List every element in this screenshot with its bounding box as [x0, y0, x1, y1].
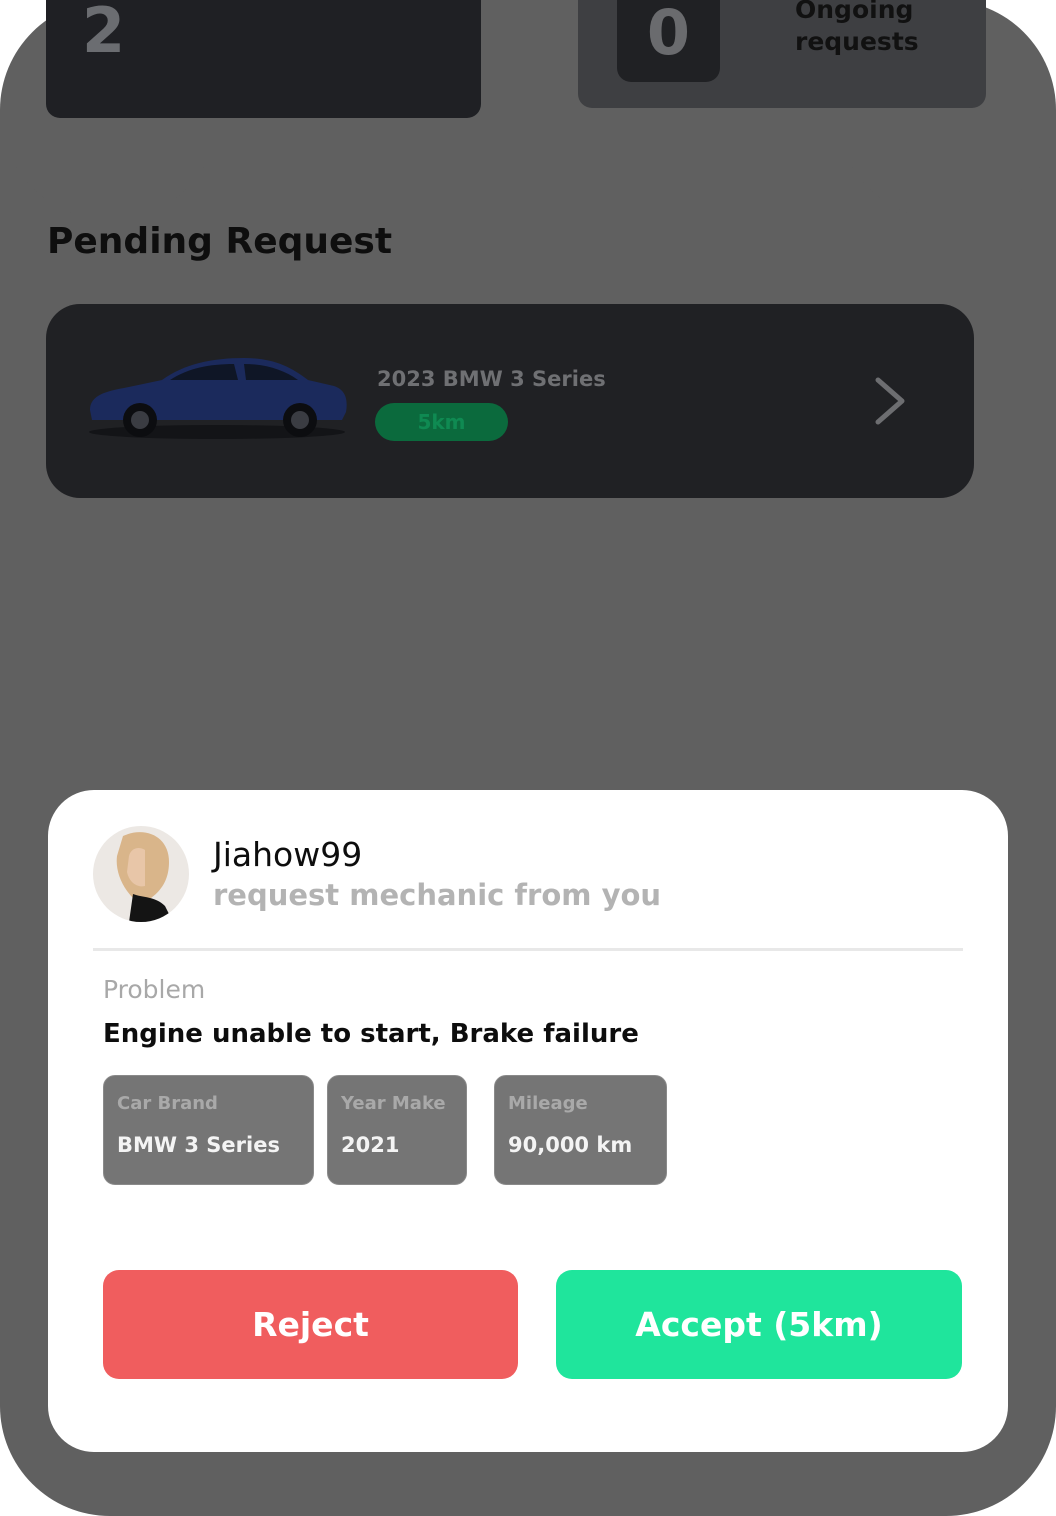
phone-screen: 2 0 Ongoing requests Pending Request 202…: [0, 0, 1056, 1516]
car-title: 2023 BMW 3 Series: [377, 367, 606, 391]
chip-value: 90,000 km: [508, 1133, 633, 1157]
reject-button[interactable]: Reject: [103, 1270, 518, 1379]
pending-request-heading: Pending Request: [47, 221, 393, 262]
divider: [93, 948, 963, 951]
ongoing-count: 0: [646, 0, 691, 69]
chip-label: Year Make: [341, 1093, 446, 1114]
requester-username: Jiahow99: [213, 835, 363, 874]
stat-count: 2: [82, 0, 126, 67]
problem-label: Problem: [103, 975, 206, 1004]
chip-value: BMW 3 Series: [117, 1133, 280, 1157]
accept-button[interactable]: Accept (5km): [556, 1270, 962, 1379]
ongoing-label: Ongoing requests: [795, 0, 919, 56]
request-subtitle: request mechanic from you: [213, 878, 662, 912]
avatar-image: [93, 826, 189, 922]
problem-text: Engine unable to start, Brake failure: [103, 1019, 639, 1049]
chip-label: Car Brand: [117, 1093, 218, 1114]
chevron-right-icon[interactable]: [866, 374, 912, 428]
car-brand-chip: Car Brand BMW 3 Series: [103, 1075, 314, 1185]
chip-label: Mileage: [508, 1093, 588, 1114]
car-image: [89, 358, 347, 439]
distance-badge: 5km: [375, 403, 508, 441]
year-make-chip: Year Make 2021: [327, 1075, 467, 1185]
avatar: [93, 826, 189, 922]
chip-value: 2021: [341, 1133, 400, 1157]
mileage-chip: Mileage 90,000 km: [494, 1075, 667, 1185]
